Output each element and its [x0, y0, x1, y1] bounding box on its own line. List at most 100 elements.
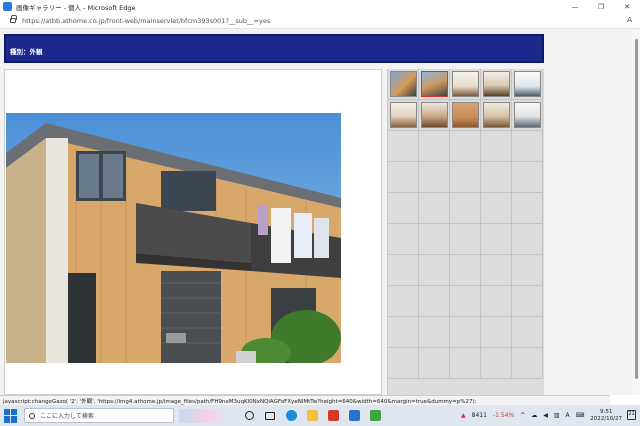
thumbnail-cell[interactable] — [481, 100, 512, 131]
keyboard-icon[interactable]: ⌨ — [576, 412, 585, 419]
thumbnail-image[interactable] — [452, 71, 479, 97]
empty-cell — [512, 348, 543, 379]
thumbnail-cell[interactable] — [450, 100, 481, 131]
thumbnail-cell[interactable] — [419, 100, 450, 131]
chat-app-icon[interactable] — [366, 407, 384, 425]
cortana-icon[interactable] — [240, 407, 258, 425]
thumbnail-image[interactable] — [514, 71, 541, 97]
thumbnail-cell[interactable] — [419, 69, 450, 100]
empty-cell — [512, 193, 543, 224]
thumbnail-image[interactable] — [390, 71, 417, 97]
thumbnail-image[interactable] — [452, 102, 479, 128]
empty-cell — [512, 131, 543, 162]
system-tray: ▲ 8411 -1.54% ^ ☁ ◀ ▥ A ⌨ 9:51 2022/10/2… — [461, 405, 640, 426]
taskbar-search-box[interactable]: ここに入力して検索 — [24, 408, 174, 423]
windows-taskbar: ここに入力して検索 ▲ 8411 -1.54% ^ ☁ ◀ ▥ A ⌨ 9:51… — [0, 405, 640, 426]
window-title: 画像ギャラリー - 個人 - Microsoft Edge — [16, 3, 136, 12]
main-photo-frame — [4, 69, 382, 395]
close-button[interactable]: ✕ — [614, 0, 640, 13]
empty-cell — [419, 162, 450, 193]
network-icon[interactable]: ▥ — [554, 412, 560, 419]
empty-cell — [481, 193, 512, 224]
search-placeholder: ここに入力して検索 — [40, 413, 94, 420]
edge-taskbar-icon[interactable] — [282, 407, 300, 425]
empty-cell — [512, 162, 543, 193]
empty-cell — [419, 317, 450, 348]
stock-value[interactable]: 8411 — [472, 412, 487, 419]
speaker-icon[interactable]: ◀ — [543, 412, 548, 419]
empty-cell — [481, 224, 512, 255]
thumbnail-cell[interactable] — [388, 100, 419, 131]
thumbnail-grid — [387, 69, 544, 395]
clock-time: 9:51 — [599, 408, 613, 415]
category-label: 種別：外観 — [10, 48, 43, 56]
taskbar-clock[interactable]: 9:51 2022/10/27 — [590, 409, 622, 423]
empty-cell — [419, 348, 450, 379]
empty-cell — [512, 286, 543, 317]
empty-cell — [419, 224, 450, 255]
notification-center-icon[interactable]: 21 — [627, 410, 636, 420]
window-controls: — ❐ ✕ — [562, 0, 640, 13]
maximize-button[interactable]: ❐ — [588, 0, 614, 13]
apartment-photo-illustration — [6, 113, 341, 363]
thumbnail-cell[interactable] — [481, 69, 512, 100]
ime-indicator[interactable]: A — [566, 412, 570, 419]
empty-cell — [512, 224, 543, 255]
thumbnail-image[interactable] — [514, 102, 541, 128]
empty-cell — [450, 286, 481, 317]
empty-cell — [450, 224, 481, 255]
empty-cell — [481, 286, 512, 317]
empty-cell — [512, 317, 543, 348]
thumbnail-image-selected[interactable] — [421, 71, 448, 97]
empty-cell — [388, 348, 419, 379]
minimize-button[interactable]: — — [562, 0, 588, 13]
status-link-text: javascript:changeGazo( '2', '外観', 'https… — [3, 398, 477, 405]
empty-cell — [450, 255, 481, 286]
status-bar: javascript:changeGazo( '2', '外観', 'https… — [0, 395, 610, 405]
empty-cell — [388, 131, 419, 162]
empty-cell — [450, 193, 481, 224]
empty-cell — [419, 286, 450, 317]
empty-cell — [419, 193, 450, 224]
clock-date: 2022/10/27 — [590, 415, 622, 422]
empty-cell — [450, 317, 481, 348]
empty-cell — [388, 162, 419, 193]
stock-change[interactable]: -1.54% — [493, 412, 514, 419]
task-view-icon[interactable] — [261, 407, 279, 425]
empty-cell — [419, 255, 450, 286]
thumbnail-cell[interactable] — [512, 69, 543, 100]
thumbnail-image[interactable] — [390, 102, 417, 128]
main-photo — [6, 113, 341, 363]
office-app-icon[interactable] — [324, 407, 342, 425]
file-explorer-icon[interactable] — [303, 407, 321, 425]
empty-cell — [481, 162, 512, 193]
address-bar[interactable]: https://atbb.athome.co.jp/front-web/main… — [0, 13, 640, 29]
search-icon — [29, 412, 35, 419]
page-scrollbar[interactable] — [632, 29, 640, 395]
lock-icon[interactable] — [10, 15, 17, 23]
stock-icon[interactable]: ▲ — [461, 412, 466, 419]
thumbnail-image[interactable] — [483, 71, 510, 97]
thumbnail-image[interactable] — [483, 102, 510, 128]
empty-cell — [481, 131, 512, 162]
cloud-icon[interactable]: ☁ — [531, 412, 537, 419]
ms-store-icon[interactable] — [345, 407, 363, 425]
page-content: 種別：外観 — [0, 29, 640, 395]
windows-start-icon[interactable] — [4, 408, 18, 423]
empty-cell — [450, 348, 481, 379]
taskbar-avatar-banner[interactable] — [177, 407, 237, 425]
thumbnail-cell[interactable] — [450, 69, 481, 100]
empty-cell — [388, 286, 419, 317]
empty-cell — [388, 317, 419, 348]
read-aloud-icon[interactable]: A — [627, 16, 632, 24]
scrollbar-thumb[interactable] — [635, 39, 638, 379]
thumbnail-cell[interactable] — [512, 100, 543, 131]
empty-cell — [388, 255, 419, 286]
empty-cell — [419, 131, 450, 162]
empty-cell — [388, 224, 419, 255]
thumbnail-cell[interactable] — [388, 69, 419, 100]
url-text[interactable]: https://atbb.athome.co.jp/front-web/main… — [22, 17, 270, 25]
thumbnail-image[interactable] — [421, 102, 448, 128]
chevron-up-icon[interactable]: ^ — [520, 412, 525, 419]
empty-cell — [450, 162, 481, 193]
